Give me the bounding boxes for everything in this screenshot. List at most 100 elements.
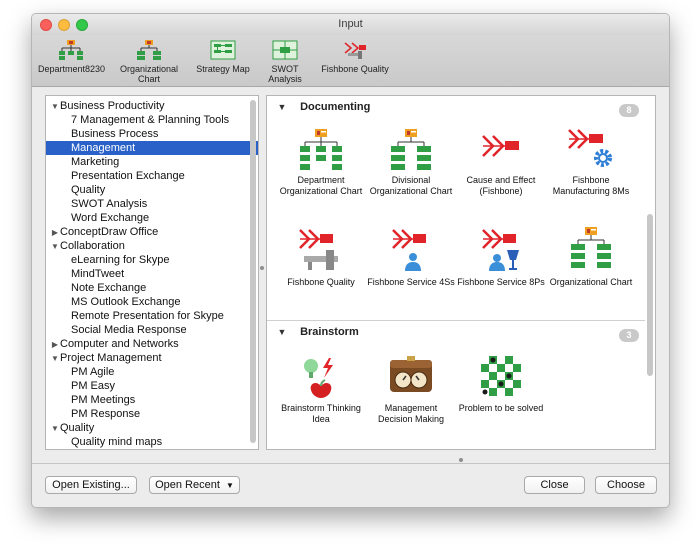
close-button[interactable]: Close [524,476,585,494]
content-area: ▼Business Productivity 7 Management & Pla… [32,88,669,463]
template-tile[interactable]: Fishbone Service 8Ps [457,226,545,288]
tree-item-label: MS Outlook Exchange [71,296,181,308]
tree-item[interactable]: PM Response [46,407,258,421]
tree-item[interactable]: Remote Presentation for Skype [46,309,258,323]
tile-label: Brainstorm Thinking Idea [281,403,361,424]
tree-item[interactable]: Marketing [46,155,258,169]
toolbar-label: Fishbone Quality [321,64,389,74]
tree-item-label: PM Easy [71,380,116,392]
tree-item-label: Quality [60,422,95,434]
tree-item[interactable]: PM Agile [46,365,258,379]
toolbar-item-swot-analysis[interactable]: SWOT Analysis [254,39,316,84]
tree-item-label: Business Productivity [60,100,165,112]
toolbar-item-organizational-chart[interactable]: Organizational Chart [108,39,190,84]
tree-item[interactable]: PM Meetings [46,393,258,407]
tree-item[interactable]: ▼Collaboration [46,239,258,253]
toolbar: Department8230 Organizational Chart Stra… [32,35,669,87]
tree-item-label: Word Exchange [71,212,150,224]
tree-item-label: Business Process [71,128,159,140]
template-tile[interactable]: Brainstorm Thinking Idea [277,354,365,425]
tree-item[interactable]: SWOT Analysis [46,197,258,211]
fishbone-glass-icon [482,229,519,271]
toolbar-label: Strategy Map [196,64,250,74]
template-tile[interactable]: Divisional Organizational Chart [367,128,455,197]
tree-item[interactable]: ▼Quality [46,421,258,435]
disclosure-expanded-icon[interactable]: ▼ [50,352,60,366]
tree-item[interactable]: ▶ Computer and Networks [46,337,258,351]
tree-item[interactable]: Business Process [46,127,258,141]
section-header-brainstorm[interactable]: ▼ Brainstorm 3 [267,325,645,347]
choose-button[interactable]: Choose [595,476,657,494]
toolbar-item-department8230[interactable]: Department8230 [38,39,105,74]
gallery-scrollbar[interactable] [647,214,653,376]
tree-item[interactable]: MS Outlook Exchange [46,295,258,309]
tree-item[interactable]: Quality mind maps [46,435,258,449]
toolbar-item-fishbone-quality[interactable]: Fishbone Quality [320,39,390,74]
minimize-window-button[interactable] [58,19,70,31]
open-recent-button[interactable]: Open Recent ▼ [149,476,240,494]
tree-item[interactable]: 7 Management & Planning Tools [46,113,258,127]
resize-handle[interactable] [459,458,463,462]
tree-item-label: Note Exchange [71,282,147,294]
title-bar: Input [32,14,669,35]
close-window-button[interactable] [40,19,52,31]
tree-item-label: Marketing [71,156,120,168]
tree-item-label: 7 Management & Planning Tools [71,114,230,126]
input-window: Input Department8230 Organizational Char… [31,13,670,508]
tree-item[interactable]: ▼Project Management [46,351,258,365]
disclosure-triangle-icon[interactable]: ▼ [275,327,289,337]
tree-item-label: SWOT Analysis [71,198,148,210]
tree-item[interactable]: Note Exchange [46,281,258,295]
tree-item[interactable]: Presentation Exchange [46,169,258,183]
disclosure-collapsed-icon[interactable]: ▶ [50,226,60,240]
tile-label: Management Decision Making [377,403,445,424]
template-tile[interactable]: Fishbone Manufacturing 8Ms [547,128,635,197]
category-tree[interactable]: ▼Business Productivity 7 Management & Pla… [45,95,259,450]
tree-item[interactable]: Social Media Response [46,323,258,337]
template-tile[interactable]: Fishbone Service 4Ss [367,226,455,288]
fishbone-icon [482,135,519,157]
disclosure-expanded-icon[interactable]: ▼ [50,100,60,114]
template-tile[interactable]: Fishbone Quality [277,226,365,288]
tree-item[interactable]: Management [46,141,258,155]
tree-item-label: Project Management [60,352,162,364]
tree-item-label: eLearning for Skype [71,254,170,266]
tree-item-label: Social Media Response [71,324,187,336]
template-gallery: ▼ Documenting 8 Department Organizationa… [266,95,656,450]
disclosure-expanded-icon[interactable]: ▼ [50,422,60,436]
section-header-documenting[interactable]: ▼ Documenting 8 [267,100,645,122]
tree-item[interactable]: Quality [46,183,258,197]
tile-label: Fishbone Service 8Ps [457,277,545,287]
template-tile[interactable]: Problem to be solved [457,354,545,414]
tree-item[interactable]: eLearning for Skype [46,253,258,267]
disclosure-collapsed-icon[interactable]: ▶ [50,338,60,352]
open-existing-button[interactable]: Open Existing... [45,476,137,494]
disclosure-triangle-icon[interactable]: ▼ [275,102,289,112]
section-divider [267,320,645,321]
zoom-window-button[interactable] [76,19,88,31]
tree-item[interactable]: ▼Business Productivity [46,99,258,113]
tree-item-label: Collaboration [60,240,125,252]
tree-item-label: MindTweet [71,268,125,280]
template-tile[interactable]: Cause and Effect (Fishbone) [457,128,545,197]
tree-item-label: PM Response [71,408,141,420]
toolbar-item-strategy-map[interactable]: Strategy Map [194,39,252,74]
tree-scrollbar[interactable] [250,100,256,443]
open-recent-label: Open Recent [155,479,220,491]
section-title: Brainstorm [300,326,359,338]
tree-item[interactable]: MindTweet [46,267,258,281]
tile-label: Problem to be solved [458,403,544,413]
tree-item[interactable]: Word Exchange [46,211,258,225]
tile-label: Department Organizational Chart [279,175,363,196]
tree-item[interactable]: ▶ ConceptDraw Office [46,225,258,239]
template-tile[interactable]: Management Decision Making [367,354,455,425]
tile-label: Divisional Organizational Chart [369,175,453,196]
tree-item-label: ConceptDraw Office [60,226,159,238]
template-tile[interactable]: Department Organizational Chart [277,128,365,197]
org-chart-icon [137,40,161,60]
tree-item-label: Quality mind maps [71,436,163,448]
template-tile[interactable]: Organizational Chart [547,226,635,288]
splitter-handle[interactable] [260,266,264,270]
tree-item[interactable]: PM Easy [46,379,258,393]
disclosure-expanded-icon[interactable]: ▼ [50,240,60,254]
